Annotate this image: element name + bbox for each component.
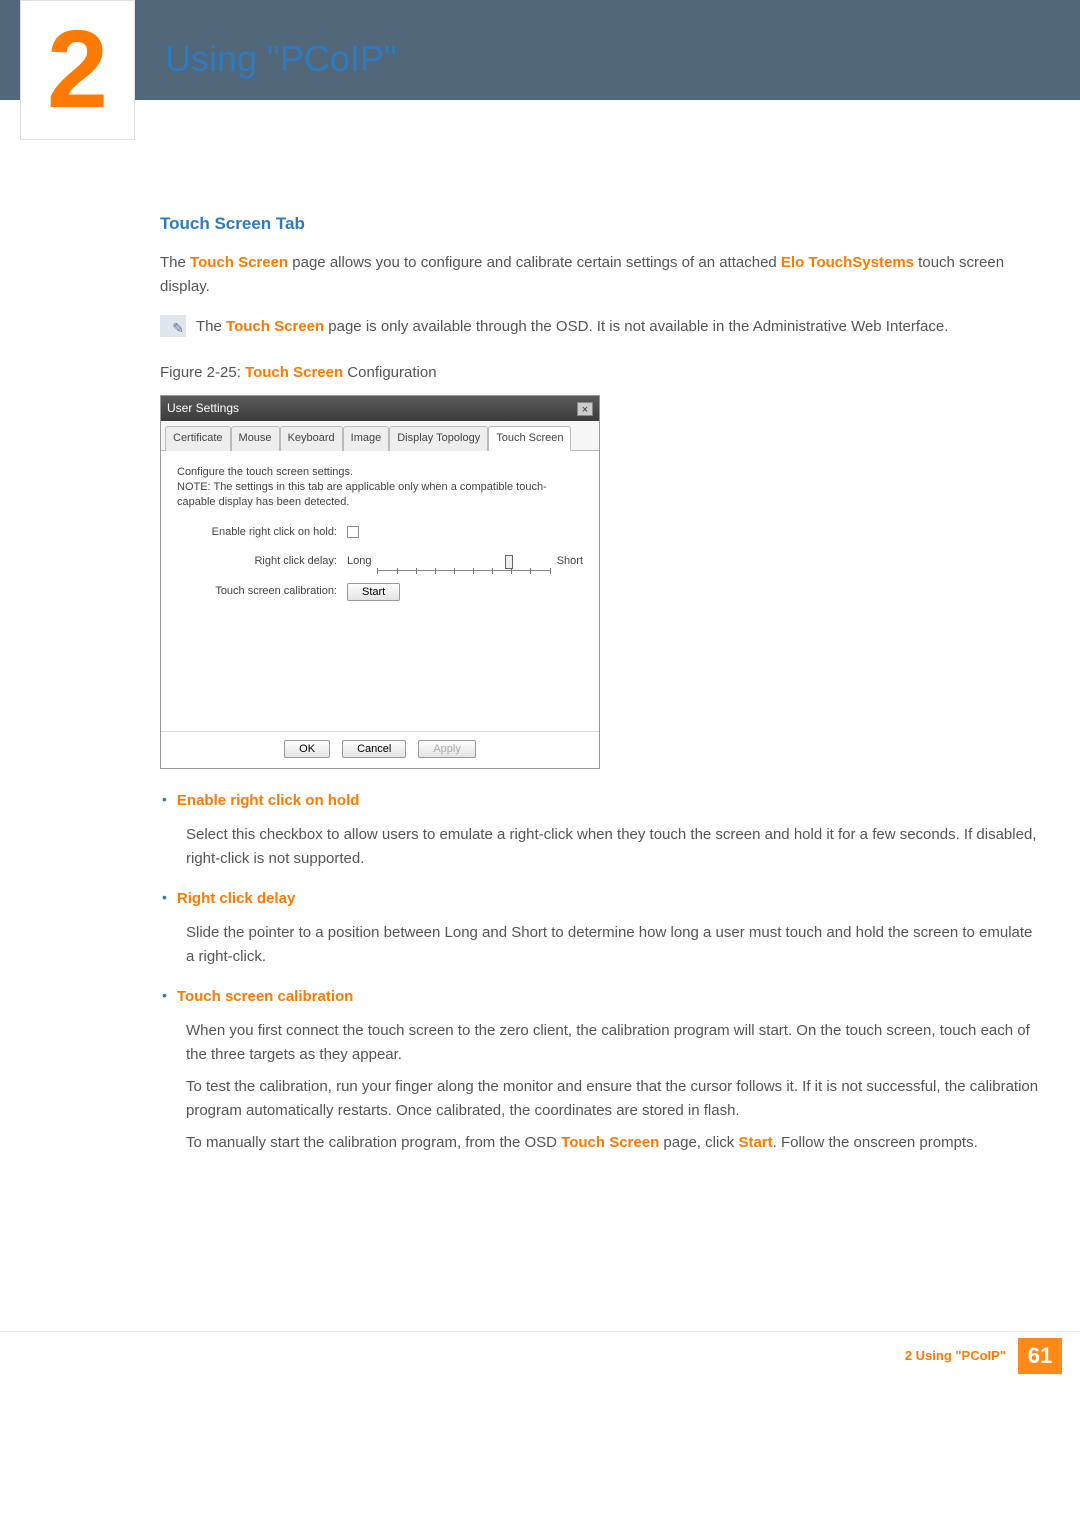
bullet-0: • Enable right click on hold: [162, 789, 1040, 817]
note-block: The Touch Screen page is only available …: [160, 315, 1040, 347]
bullet-dot-icon: •: [162, 789, 167, 817]
slider-track[interactable]: [377, 553, 550, 571]
header-banner: 2 Using "PCoIP": [0, 0, 1080, 100]
bullet-2: • Touch screen calibration: [162, 985, 1040, 1013]
bullet-title-2: Touch screen calibration: [177, 985, 353, 1009]
chapter-title: Using "PCoIP": [165, 38, 397, 100]
slider-short-label: Short: [557, 553, 583, 571]
chapter-number: 2: [47, 15, 108, 125]
bullet-1: • Right click delay: [162, 887, 1040, 915]
bullet-dot-icon: •: [162, 887, 167, 915]
tab-image[interactable]: Image: [343, 426, 390, 451]
tab-keyboard[interactable]: Keyboard: [280, 426, 343, 451]
section-heading: Touch Screen Tab: [160, 210, 1040, 237]
dialog-title: User Settings: [167, 399, 239, 418]
apply-button[interactable]: Apply: [418, 740, 476, 758]
bullet-dot-icon: •: [162, 985, 167, 1013]
enable-right-click-label: Enable right click on hold:: [177, 524, 347, 542]
enable-right-click-checkbox[interactable]: [347, 526, 359, 538]
tab-mouse[interactable]: Mouse: [231, 426, 280, 451]
slider-thumb[interactable]: [505, 555, 513, 569]
dialog-footer: OK Cancel Apply: [161, 731, 599, 768]
page-footer: 2 Using "PCoIP" 61: [0, 1331, 1080, 1380]
elo-em: Elo TouchSystems: [781, 254, 914, 271]
bullet-body-1: Slide the pointer to a position between …: [186, 921, 1040, 969]
bullet-2-tail: To manually start the calibration progra…: [186, 1131, 1040, 1155]
right-click-delay-row: Right click delay: Long Short: [177, 553, 583, 571]
note-icon: [160, 315, 186, 337]
touch-screen-em: Touch Screen: [190, 254, 288, 271]
user-settings-dialog: User Settings × Certificate Mouse Keyboa…: [160, 395, 600, 769]
tab-certificate[interactable]: Certificate: [165, 426, 231, 451]
dialog-body: Configure the touch screen settings. NOT…: [161, 451, 599, 731]
bullet-title-1: Right click delay: [177, 887, 295, 911]
dialog-description: Configure the touch screen settings. NOT…: [177, 465, 583, 510]
page-number: 61: [1018, 1338, 1062, 1374]
right-click-delay-label: Right click delay:: [177, 553, 347, 571]
start-button[interactable]: Start: [347, 583, 400, 601]
tab-display-topology[interactable]: Display Topology: [389, 426, 488, 451]
dialog-titlebar: User Settings ×: [161, 396, 599, 421]
bullet-2-line-0: When you first connect the touch screen …: [186, 1019, 1040, 1067]
footer-text: 2 Using "PCoIP": [905, 1348, 1006, 1363]
main-content: Touch Screen Tab The Touch Screen page a…: [0, 100, 1080, 1211]
ok-button[interactable]: OK: [284, 740, 330, 758]
dialog-tabs: Certificate Mouse Keyboard Image Display…: [161, 421, 599, 451]
close-icon[interactable]: ×: [577, 402, 593, 416]
bullet-body-2: When you first connect the touch screen …: [186, 1019, 1040, 1155]
tab-touch-screen[interactable]: Touch Screen: [488, 426, 571, 451]
figure-caption: Figure 2-25: Touch Screen Configuration: [160, 361, 1040, 385]
chapter-box: 2: [20, 0, 135, 140]
slider-long-label: Long: [347, 553, 371, 571]
intro-paragraph: The Touch Screen page allows you to conf…: [160, 251, 1040, 299]
calibration-label: Touch screen calibration:: [177, 583, 347, 601]
bullet-list: • Enable right click on hold Select this…: [160, 789, 1040, 1155]
enable-right-click-row: Enable right click on hold:: [177, 524, 583, 542]
cancel-button[interactable]: Cancel: [342, 740, 406, 758]
calibration-row: Touch screen calibration: Start: [177, 583, 583, 601]
bullet-2-line-1: To test the calibration, run your finger…: [186, 1075, 1040, 1123]
bullet-title-0: Enable right click on hold: [177, 789, 360, 813]
note-text: The Touch Screen page is only available …: [196, 315, 948, 339]
bullet-body-0: Select this checkbox to allow users to e…: [186, 823, 1040, 871]
delay-slider[interactable]: Long Short: [347, 553, 583, 571]
